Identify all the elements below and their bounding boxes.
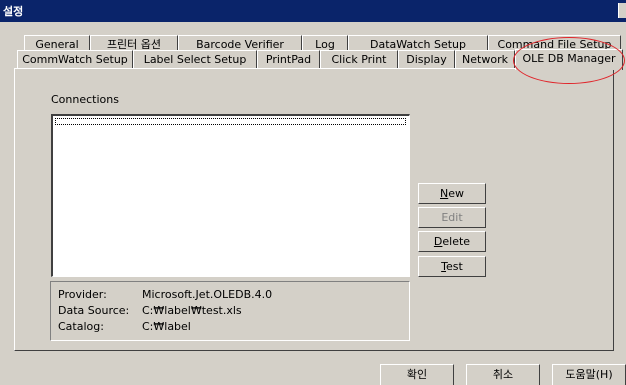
test-button-label: est [446,260,463,273]
delete-button[interactable]: Delete [418,231,486,252]
new-button-accel: N [440,187,449,200]
test-button[interactable]: Test [418,256,486,277]
title-bar: 설정 [0,0,626,22]
connections-label: Connections [51,93,119,106]
ok-button[interactable]: 확인 [380,364,454,385]
datasource-label: Data Source: [58,304,130,317]
catalog-value: C:₩label [142,320,191,333]
tab-ole-db-manager[interactable]: OLE DB Manager [515,49,623,70]
list-focus-row[interactable] [55,118,406,125]
tab-commwatch-setup[interactable]: CommWatch Setup [17,50,133,69]
cancel-button[interactable]: 취소 [466,364,540,385]
catalog-label: Catalog: [58,320,104,333]
help-button[interactable]: 도움말(H) [552,364,626,385]
provider-value: Microsoft.Jet.OLEDB.4.0 [142,288,273,301]
new-button[interactable]: New [418,183,486,204]
tab-printpad[interactable]: PrintPad [257,50,320,69]
tab-network[interactable]: Network [455,50,515,69]
close-button[interactable] [618,3,626,18]
connection-info-box: Provider: Microsoft.Jet.OLEDB.4.0 Data S… [50,281,410,341]
delete-button-label: elete [442,235,471,248]
datasource-value: C:₩label₩test.xls [142,304,242,317]
tab-label-select-setup[interactable]: Label Select Setup [133,50,257,69]
connections-list[interactable] [51,114,410,277]
tab-click-print[interactable]: Click Print [320,50,398,69]
edit-button[interactable]: Edit [418,207,486,228]
provider-label: Provider: [58,288,107,301]
window-title: 설정 [3,5,24,18]
tab-display[interactable]: Display [398,50,455,69]
new-button-label: ew [448,187,464,200]
